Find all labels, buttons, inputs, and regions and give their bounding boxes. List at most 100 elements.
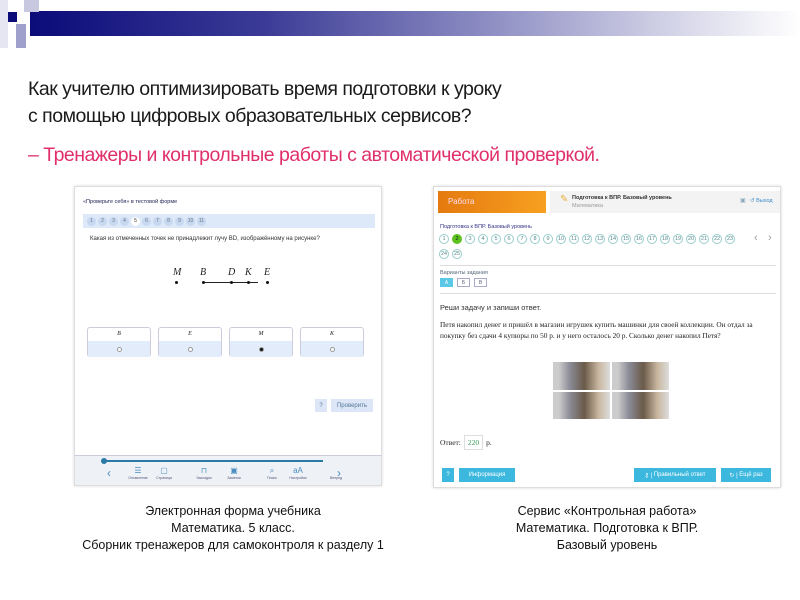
answer-option[interactable]: B (87, 327, 151, 357)
point-dot (175, 281, 178, 284)
retry-button[interactable]: ↻ | Ещё раз (721, 468, 771, 482)
exit-link[interactable]: ↺ Выход (750, 198, 773, 204)
question-number-button[interactable]: 17 (647, 234, 657, 244)
question-number-button[interactable]: 9 (175, 216, 184, 226)
toolbar-item[interactable]: ⊓ Закладки (189, 466, 219, 480)
header-gradient-bar (30, 11, 800, 36)
toolbar-icon: ▢ (160, 466, 168, 475)
question-number-button[interactable]: 1 (87, 216, 96, 226)
answer-label: E (188, 331, 192, 337)
point-dot (266, 281, 269, 284)
question-number-button[interactable]: 2 (98, 216, 107, 226)
question-number-button[interactable]: 15 (621, 234, 631, 244)
variant-button[interactable]: Б (457, 278, 470, 287)
banknotes-image (553, 362, 669, 419)
question-number-button[interactable]: 8 (530, 234, 540, 244)
radio-button[interactable] (258, 346, 264, 352)
answer-option[interactable]: K (300, 327, 364, 357)
trainer-header: «Проверьте себя» в тестовой форме (83, 199, 178, 205)
question-number-button[interactable]: 24 (439, 249, 449, 259)
work-header: ✎ Подготовка к ВПР. Базовый уровень Мате… (550, 191, 780, 213)
problem-text: Петя накопил денег и пришёл в магазин иг… (440, 320, 753, 340)
toolbar-item[interactable]: Вперед (321, 466, 351, 480)
radio-button[interactable] (329, 346, 335, 352)
refresh-icon: ↻ | (729, 472, 740, 479)
page-title: Как учителю оптимизировать время подгото… (28, 78, 502, 127)
question-number-button[interactable]: 11 (569, 234, 579, 244)
point-label: M (173, 267, 182, 278)
question-number-button[interactable]: 19 (673, 234, 683, 244)
chevron-right-icon[interactable]: › (768, 232, 772, 244)
question-number-button[interactable]: 4 (478, 234, 488, 244)
question-number-button[interactable]: 8 (164, 216, 173, 226)
question-number-button[interactable]: 25 (452, 249, 462, 259)
question-number-button[interactable]: 6 (504, 234, 514, 244)
question-number-button[interactable]: 10 (556, 234, 566, 244)
answer-unit: р. (486, 438, 492, 447)
question-number-button[interactable]: 23 (725, 234, 735, 244)
help-button[interactable]: ? (315, 399, 327, 412)
question-number-button[interactable]: 3 (109, 216, 118, 226)
point-label: B (200, 267, 207, 278)
correct-answer-label: Правильный ответ (653, 472, 706, 478)
question-number-button[interactable]: 9 (543, 234, 553, 244)
slider-handle[interactable] (101, 458, 107, 464)
question-number-button[interactable]: 14 (608, 234, 618, 244)
print-icon[interactable]: ▣ (740, 197, 746, 204)
toolbar-item[interactable]: ▢ Страница (149, 466, 179, 480)
radio-button[interactable] (187, 346, 193, 352)
toolbar-icon: ⊓ (200, 466, 208, 475)
test-service-screenshot: Работа ✎ Подготовка к ВПР. Базовый урове… (433, 186, 781, 488)
radio-button[interactable] (116, 346, 122, 352)
question-number-button[interactable]: 4 (120, 216, 129, 226)
question-number-button[interactable]: 20 (686, 234, 696, 244)
question-number-button[interactable]: 3 (465, 234, 475, 244)
toolbar-label: Закладки (196, 476, 212, 480)
question-text: Какая из отмеченных точек не принадлежит… (90, 236, 320, 242)
variant-selector: АБВ (440, 278, 487, 287)
help-button[interactable]: ? (442, 468, 454, 482)
progress-slider[interactable] (103, 460, 323, 462)
chevron-left-icon[interactable]: ‹ (754, 232, 758, 244)
question-number-button[interactable]: 16 (634, 234, 644, 244)
page-subtitle: – Тренажеры и контрольные работы с автом… (28, 144, 600, 166)
decor-square (24, 0, 39, 12)
question-number-button[interactable]: 10 (186, 216, 195, 226)
toolbar-label: Вперед (329, 476, 343, 480)
answer-option[interactable]: M (229, 327, 293, 357)
correct-answer-button[interactable]: ⚷ | Правильный ответ (634, 468, 716, 482)
question-number-button[interactable]: 11 (197, 216, 206, 226)
toolbar-item[interactable]: aA Настройки (283, 466, 313, 480)
toolbar-item[interactable]: ▣ Заметки (219, 466, 249, 480)
question-number-button[interactable]: 5 (491, 234, 501, 244)
chevron-left-icon[interactable]: ‹ (107, 466, 111, 480)
toolbar-icon (321, 466, 351, 476)
answer-label: M (258, 331, 264, 337)
point-dot (202, 281, 205, 284)
decor-square (0, 0, 8, 48)
question-number-button[interactable]: 18 (660, 234, 670, 244)
variants-label: Варианты задания (440, 270, 488, 276)
variant-button[interactable]: В (474, 278, 487, 287)
point-dot (247, 281, 250, 284)
variant-button[interactable]: А (440, 278, 453, 287)
question-number-button[interactable]: 6 (142, 216, 151, 226)
answer-option[interactable]: E (158, 327, 222, 357)
question-number-button[interactable]: 12 (582, 234, 592, 244)
question-number-button[interactable]: 5 (131, 216, 140, 226)
question-number-button[interactable]: 7 (517, 234, 527, 244)
question-number-button[interactable]: 13 (595, 234, 605, 244)
exit-label: Выход (756, 198, 773, 204)
check-button[interactable]: Проверить (331, 399, 373, 412)
answer-row: Ответ: 220 р. (440, 435, 492, 450)
question-number-button[interactable]: 22 (712, 234, 722, 244)
question-number-button[interactable]: 21 (699, 234, 709, 244)
question-number-button[interactable]: 2 (452, 234, 462, 244)
toolbar-label: Настройки (289, 476, 307, 480)
point-label: K (245, 267, 252, 278)
question-number-button[interactable]: 7 (153, 216, 162, 226)
answer-input[interactable]: 220 (463, 435, 484, 450)
work-tab[interactable]: Работа (438, 191, 546, 213)
info-button[interactable]: Информация (459, 468, 515, 482)
question-number-button[interactable]: 1 (439, 234, 449, 244)
